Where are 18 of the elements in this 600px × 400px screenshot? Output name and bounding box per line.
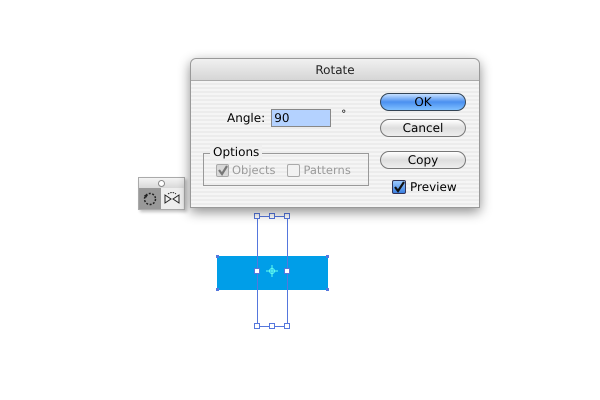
preview-label: Preview [410,180,457,194]
rotate-icon [142,190,158,206]
checkbox-label: Patterns [303,163,351,177]
checkbox-label: Objects [232,163,276,177]
degree-unit: ° [341,109,346,120]
dialog-button[interactable]: Cancel [380,119,466,137]
window-title: Rotate [315,62,355,76]
tool-button[interactable] [161,188,183,209]
dialog-button[interactable]: OK [380,93,466,111]
selection-box[interactable] [254,213,290,329]
dialog-button[interactable]: Copy [380,151,466,169]
tool-button[interactable] [139,188,161,209]
angle-label: Angle: [227,111,266,125]
angle-field[interactable]: 90 [271,109,332,127]
preview-checkbox[interactable] [392,180,406,194]
center-point-icon [266,264,278,278]
reflect-icon [164,190,180,206]
options-title: Options [210,145,262,159]
